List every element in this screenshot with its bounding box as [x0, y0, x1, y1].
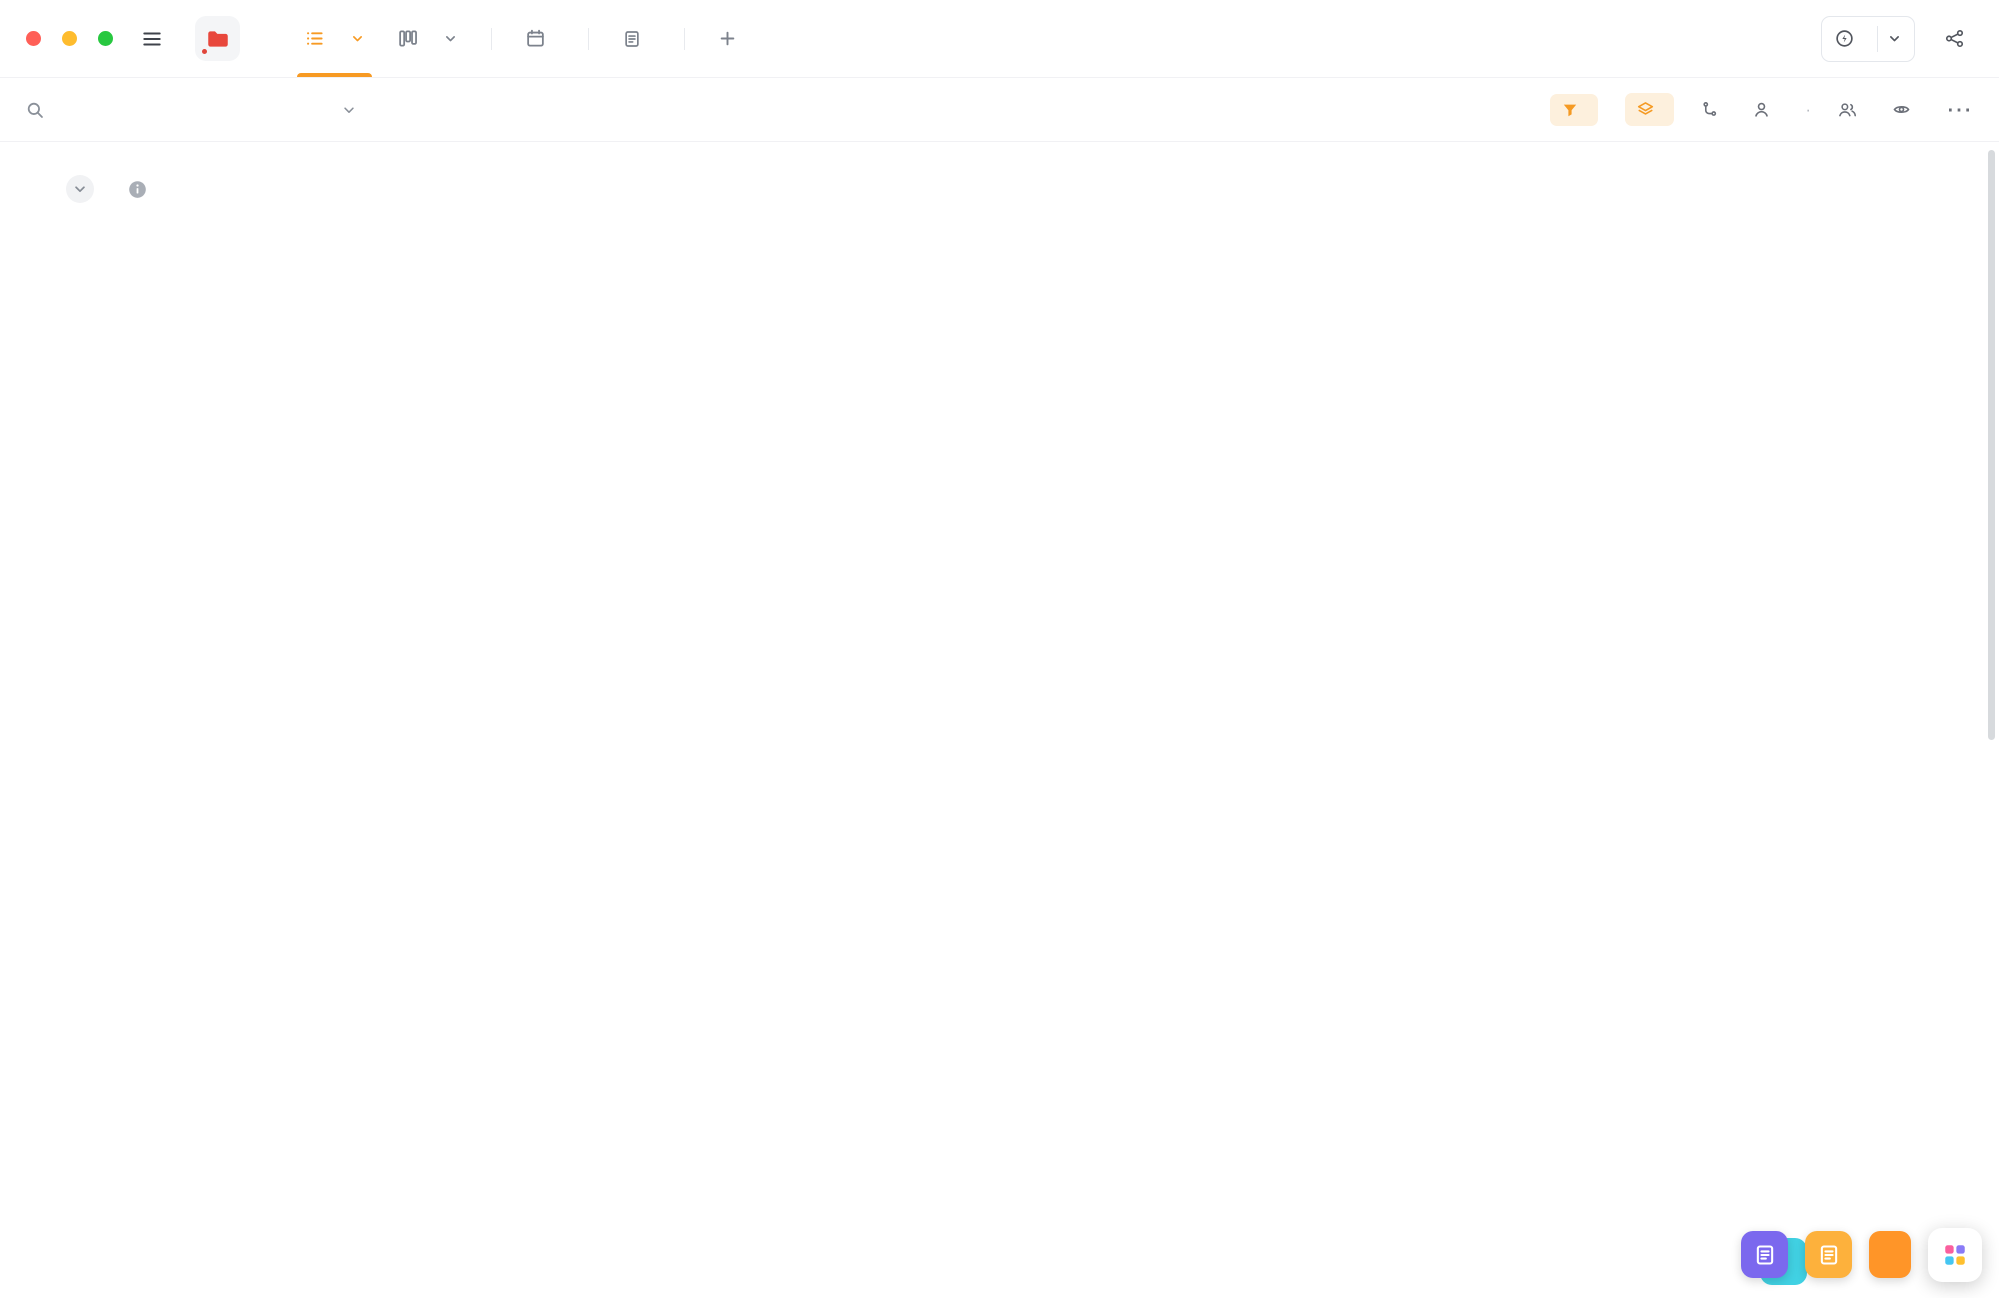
share-icon	[1945, 29, 1964, 48]
sidebar-toggle-button[interactable]	[141, 28, 163, 50]
minimize-button[interactable]	[62, 31, 77, 46]
share-button[interactable]	[1945, 29, 1973, 48]
close-button[interactable]	[26, 31, 41, 46]
show-button[interactable]	[1892, 101, 1919, 118]
document-icon	[1756, 1244, 1773, 1265]
chevron-down-icon[interactable]	[342, 103, 356, 117]
search-icon	[26, 101, 44, 119]
divider	[1877, 25, 1878, 52]
filter-button[interactable]	[1550, 93, 1599, 126]
tab-schedule[interactable]	[526, 0, 554, 77]
divider	[684, 27, 685, 50]
automate-icon	[1835, 29, 1854, 48]
subtasks-icon	[1701, 101, 1718, 118]
list-content	[0, 142, 1999, 210]
search-bar[interactable]	[26, 98, 356, 121]
eye-icon	[1892, 101, 1911, 118]
separator-dot: ·	[1805, 99, 1811, 119]
fab-doc-button[interactable]	[1741, 1231, 1788, 1278]
divider	[588, 27, 589, 50]
list-icon	[305, 29, 324, 48]
notepad-icon	[1820, 1244, 1837, 1265]
collapse-list-icon[interactable]	[66, 175, 94, 203]
menu-icon	[143, 32, 161, 45]
tab-board[interactable]	[398, 0, 457, 77]
chevron-down-icon[interactable]	[1888, 32, 1901, 45]
layers-icon	[1637, 101, 1654, 118]
tab-list[interactable]	[297, 0, 372, 77]
add-task-button[interactable]	[1869, 1231, 1911, 1278]
fab-notepad-button[interactable]	[1805, 1231, 1852, 1278]
subtasks-button[interactable]	[1701, 101, 1726, 118]
chevron-down-icon[interactable]	[351, 32, 364, 45]
automate-button[interactable]	[1821, 15, 1915, 62]
fab-cluster	[1741, 1231, 1911, 1285]
people-icon	[1838, 101, 1857, 118]
tab-sales-playbook[interactable]	[623, 0, 650, 77]
tab-add-view[interactable]	[719, 0, 745, 77]
more-options-icon[interactable]: ⋯	[1946, 96, 1973, 123]
window-controls	[26, 31, 113, 46]
divider	[491, 27, 492, 50]
document-icon	[623, 30, 641, 48]
chevron-down-icon[interactable]	[444, 32, 457, 45]
group-by-button[interactable]	[1625, 93, 1675, 126]
view-tabs	[297, 0, 745, 77]
top-bar	[0, 0, 1999, 78]
search-input[interactable]	[57, 98, 329, 121]
info-icon[interactable]	[128, 180, 147, 199]
person-icon	[1753, 101, 1770, 118]
vertical-scrollbar[interactable]	[1988, 150, 1995, 740]
assignees-button[interactable]	[1838, 101, 1865, 118]
list-title-row	[66, 168, 1932, 210]
zoom-button[interactable]	[98, 31, 113, 46]
filter-icon	[1562, 102, 1578, 118]
filter-toolbar: · ⋯	[0, 78, 1999, 142]
notification-dot	[202, 49, 207, 54]
apps-grid-icon	[1945, 1245, 1965, 1265]
apps-grid-button[interactable]	[1928, 1228, 1982, 1282]
me-filter-button[interactable]	[1753, 101, 1778, 118]
board-icon	[398, 29, 417, 48]
plus-icon	[719, 30, 736, 47]
crm-folder-icon	[195, 16, 240, 61]
calendar-icon	[526, 29, 545, 48]
